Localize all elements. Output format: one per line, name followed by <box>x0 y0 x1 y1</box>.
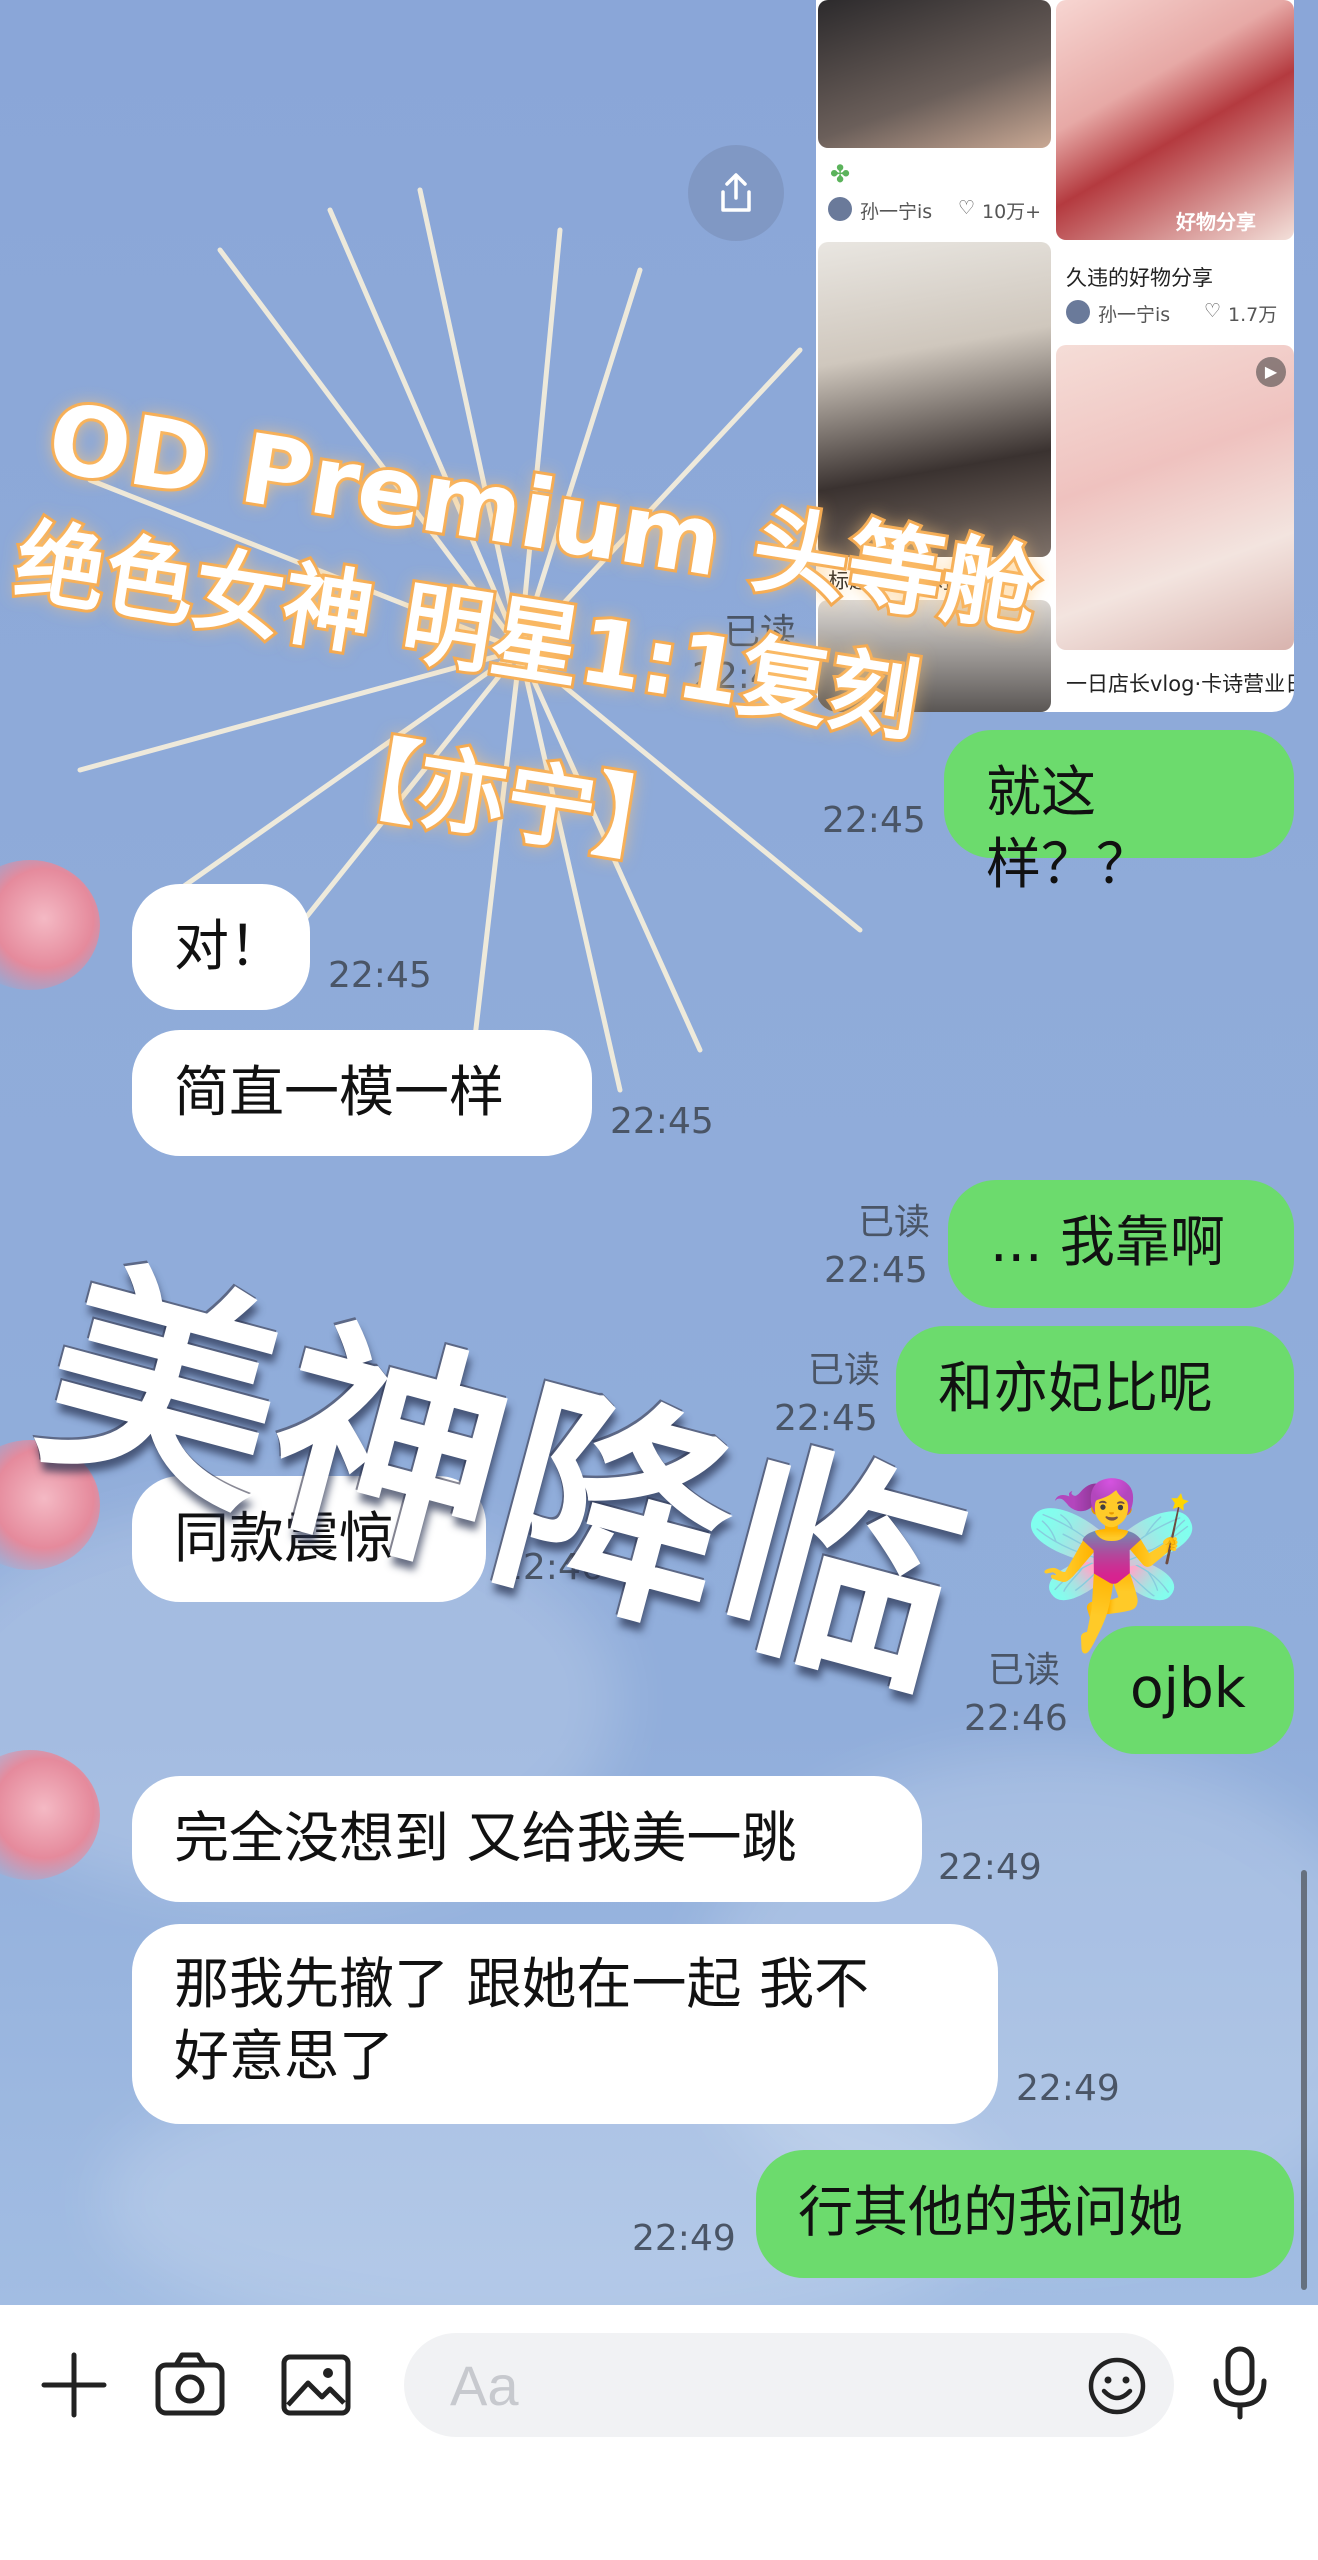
message-bubble-incoming[interactable]: 完全没想到 又给我美一跳 <box>132 1776 922 1902</box>
message-input[interactable]: Aa <box>404 2333 1174 2437</box>
heart-icon: ♡ <box>1204 300 1222 322</box>
message-time: 22:45 <box>328 955 432 996</box>
post-title: 久违的好物分享 <box>1066 266 1213 290</box>
image-icon[interactable] <box>276 2345 356 2425</box>
post-image <box>1056 345 1294 650</box>
message-bubble-incoming[interactable]: 那我先撤了 跟她在一起 我不 好意思了 <box>132 1924 998 2124</box>
chat-area[interactable]: ✤ 孙一宁is ♡ 10万+ 标题没没想好 好物分享 久违的好物分享 孙一宁is… <box>0 0 1318 2305</box>
author-avatar <box>1066 300 1090 324</box>
message-bubble-outgoing[interactable]: ... 我靠啊 <box>948 1180 1294 1308</box>
message-bubble-outgoing[interactable]: ojbk <box>1088 1626 1294 1754</box>
message-time: 22:49 <box>1016 2068 1120 2109</box>
scrollbar[interactable] <box>1301 1870 1307 2290</box>
post-image <box>818 0 1051 148</box>
sticker-text: 好物分享 <box>1176 210 1256 234</box>
read-receipt: 已读 <box>987 1650 1060 1691</box>
message-bubble-incoming[interactable]: 对！ <box>132 884 310 1010</box>
message-input-placeholder: Aa <box>450 2354 519 2417</box>
post-likes: 1.7万 <box>1228 304 1278 326</box>
message-time: 22:45 <box>822 800 926 841</box>
microphone-icon[interactable] <box>1200 2343 1280 2423</box>
message-bubble-incoming[interactable]: 简直一模一样 <box>132 1030 592 1156</box>
message-toolbar: Aa <box>0 2305 1318 2560</box>
message-time: 22:45 <box>610 1101 714 1142</box>
message-time: 22:46 <box>964 1698 1068 1739</box>
post-title: 一日店长vlog·卡诗营业日记 <box>1066 672 1294 696</box>
read-receipt: 已读 <box>857 1202 930 1243</box>
post-image <box>1056 0 1294 240</box>
message-time: 22:45 <box>824 1250 928 1291</box>
message-bubble-outgoing[interactable]: 行其他的我问她 <box>756 2150 1294 2278</box>
play-icon[interactable]: ▶ <box>1256 357 1286 387</box>
message-time: 22:49 <box>938 1847 1042 1888</box>
message-time: 22:49 <box>632 2218 736 2259</box>
plus-icon[interactable] <box>34 2345 114 2425</box>
emoji-icon[interactable] <box>1086 2355 1148 2417</box>
camera-icon[interactable] <box>150 2345 230 2425</box>
post-author: 孙一宁is <box>1098 304 1171 326</box>
message-bubble-outgoing[interactable]: 就这样？？ <box>944 730 1294 896</box>
